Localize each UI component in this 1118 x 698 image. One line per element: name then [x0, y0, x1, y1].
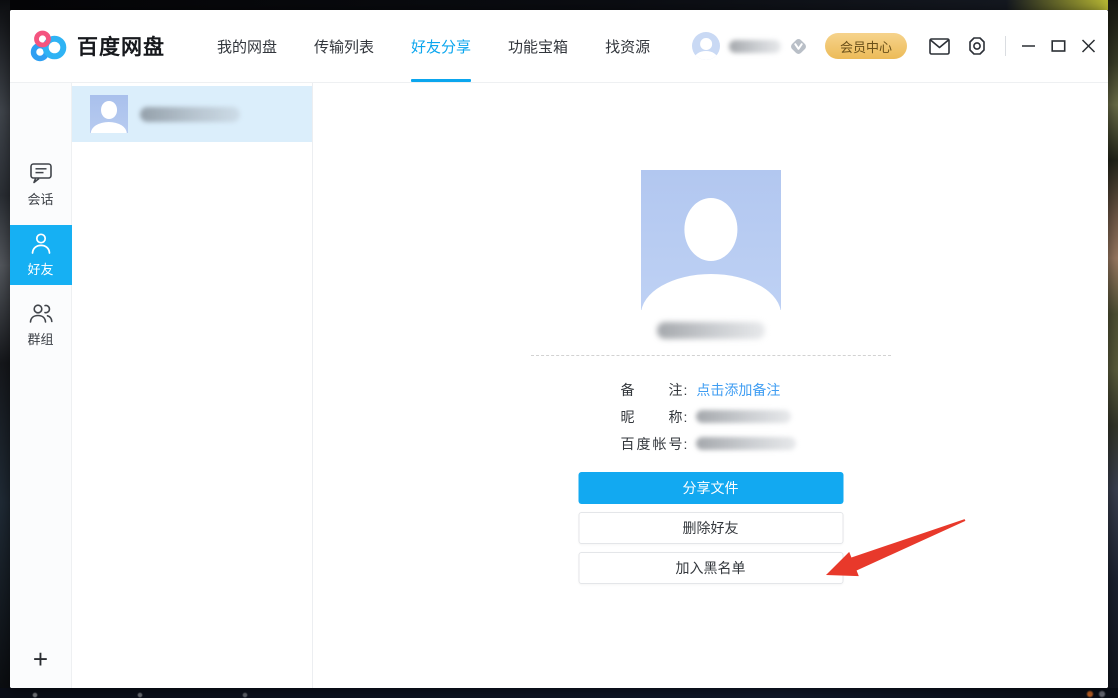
desktop-background: 百度网盘 我的网盘 传输列表 好友分享 功能宝箱 找资源 — [0, 0, 1118, 698]
person-icon — [29, 232, 53, 255]
app-window: 百度网盘 我的网盘 传输列表 好友分享 功能宝箱 找资源 — [10, 10, 1108, 688]
main-nav: 我的网盘 传输列表 好友分享 功能宝箱 找资源 — [217, 10, 650, 82]
desktop-edge-right — [1108, 0, 1118, 698]
add-remark-link[interactable]: 点击添加备注 — [696, 380, 780, 400]
avatar-head-shape — [101, 101, 117, 118]
tab-friend-share[interactable]: 好友分享 — [411, 10, 471, 82]
friend-avatar — [90, 95, 128, 133]
field-colon: : — [684, 409, 688, 425]
settings-icon[interactable] — [967, 36, 987, 56]
field-label: 备注 — [621, 380, 683, 400]
avatar-body-shape — [641, 274, 781, 310]
field-label: 百度帐号 — [621, 434, 683, 454]
sidebar-item-label: 好友 — [27, 259, 53, 278]
user-avatar[interactable] — [692, 32, 720, 60]
field-label: 昵称 — [621, 407, 683, 427]
desktop-edge-top — [0, 0, 1118, 10]
maximize-button[interactable] — [1051, 39, 1066, 53]
friend-list-panel — [72, 83, 313, 688]
field-remark: 备注: 点击添加备注 — [621, 376, 846, 403]
sidebar-item-label: 群组 — [27, 329, 53, 348]
profile-avatar — [641, 170, 781, 310]
chat-bubble-icon — [29, 162, 53, 185]
app-header: 百度网盘 我的网盘 传输列表 好友分享 功能宝箱 找资源 — [10, 10, 1108, 83]
friend-list-item[interactable] — [72, 86, 312, 142]
add-to-blacklist-button[interactable]: 加入黑名单 — [578, 552, 843, 584]
tab-transfer-list[interactable]: 传输列表 — [314, 10, 374, 82]
share-files-button[interactable]: 分享文件 — [578, 472, 843, 504]
app-title: 百度网盘 — [77, 31, 165, 61]
username-blurred — [729, 40, 781, 53]
nickname-value-blurred — [696, 410, 791, 423]
profile-actions: 分享文件 删除好友 加入黑名单 — [578, 472, 843, 592]
field-colon: : — [684, 436, 688, 452]
account-value-blurred — [696, 437, 796, 450]
header-right: 会员中心 — [692, 10, 1096, 82]
avatar-body-shape — [694, 51, 718, 60]
field-baidu-account: 百度帐号: — [621, 430, 846, 457]
profile-name-blurred — [657, 322, 765, 339]
member-center-button[interactable]: 会员中心 — [825, 33, 907, 59]
field-nickname: 昵称: — [621, 403, 846, 430]
sidebar-item-groups[interactable]: 群组 — [10, 295, 72, 355]
profile-fields: 备注: 点击添加备注 昵称: 百度帐号: — [576, 376, 846, 457]
vip-badge-icon[interactable] — [789, 37, 808, 56]
avatar-body-shape — [91, 122, 127, 133]
dashed-divider — [531, 355, 891, 356]
group-icon — [28, 302, 54, 325]
desktop-edge-bottom — [0, 688, 1118, 698]
messages-icon[interactable] — [929, 38, 950, 55]
header-separator — [1005, 36, 1006, 56]
sidebar: 会话 好友 群组 — [10, 83, 72, 688]
desktop-edge-left — [0, 0, 10, 698]
app-logo[interactable]: 百度网盘 — [30, 29, 165, 63]
field-colon: : — [684, 382, 688, 398]
sidebar-item-label: 会话 — [27, 189, 53, 208]
avatar-head-shape — [684, 198, 737, 261]
app-body: 会话 好友 群组 — [10, 83, 1108, 688]
tab-toolbox[interactable]: 功能宝箱 — [508, 10, 568, 82]
friend-name-blurred — [140, 107, 240, 122]
delete-friend-button[interactable]: 删除好友 — [578, 512, 843, 544]
close-button[interactable] — [1081, 39, 1096, 53]
sidebar-item-conversations[interactable]: 会话 — [10, 155, 72, 215]
baidu-netdisk-logo-icon — [30, 29, 68, 63]
minimize-button[interactable] — [1021, 39, 1036, 53]
sidebar-item-friends[interactable]: 好友 — [10, 225, 72, 285]
tab-my-drive[interactable]: 我的网盘 — [217, 10, 277, 82]
tab-find-resources[interactable]: 找资源 — [605, 10, 650, 82]
friend-profile-panel: 备注: 点击添加备注 昵称: 百度帐号: 分享文件 删除好友 加入黑 — [313, 83, 1108, 688]
add-friend-button[interactable]: + — [33, 646, 48, 672]
avatar-head-shape — [700, 38, 712, 50]
